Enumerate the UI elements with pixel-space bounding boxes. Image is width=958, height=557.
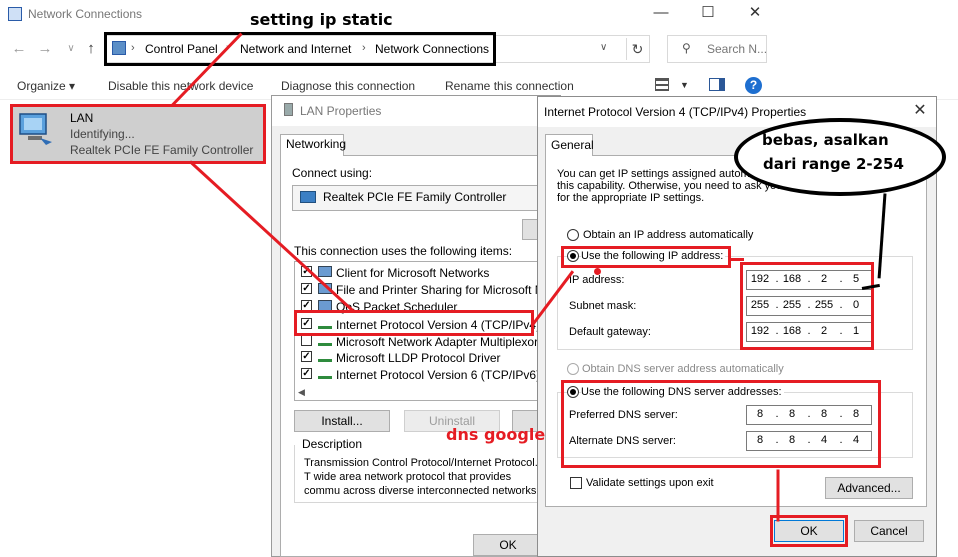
network-card-icon (300, 191, 316, 203)
lan-properties-title: LAN Properties (300, 104, 382, 118)
lan-ok-button[interactable]: OK (473, 534, 543, 556)
item-checkbox[interactable]: ✓ (301, 351, 312, 362)
up-arrow-icon[interactable]: ↑ (82, 40, 100, 58)
use-ip-highlight (561, 246, 731, 268)
dns-highlight (561, 380, 881, 468)
validate-checkbox[interactable] (570, 477, 582, 489)
description-text: Transmission Control Protocol/Internet P… (304, 457, 540, 497)
protocol-icon (318, 335, 332, 346)
protocol-icon (318, 351, 332, 362)
setting-static-note: setting ip static (250, 10, 393, 29)
ok-highlight (770, 515, 848, 547)
ipv4-cancel-button[interactable]: Cancel (854, 520, 924, 542)
advanced-button[interactable]: Advanced... (825, 477, 913, 499)
bubble-text-line1: bebas, asalkan (762, 131, 889, 149)
item-checkbox[interactable] (301, 335, 312, 346)
dns-google-note: dns google (446, 425, 546, 444)
obtain-dns-auto-radio[interactable] (567, 363, 579, 375)
list-item[interactable]: Internet Protocol Version 6 (TCP/IPv6) (336, 368, 540, 382)
annotation-dot (594, 268, 601, 275)
subnet-mask-label: Subnet mask: (569, 300, 637, 312)
obtain-ip-auto-radio[interactable] (567, 229, 579, 241)
ip-address-label: IP address: (569, 274, 625, 286)
ip-fields-highlight (740, 262, 874, 350)
help-icon[interactable]: ? (745, 77, 762, 94)
refresh-icon[interactable]: ↻ (626, 38, 648, 60)
close-icon[interactable]: ✕ (911, 100, 929, 120)
adapter-name: Realtek PCIe FE Family Controller (323, 190, 507, 204)
ipv4-item-highlight (294, 310, 534, 336)
protocol-icon (318, 368, 332, 379)
disable-device-button[interactable]: Disable this network device (108, 79, 253, 93)
lan-properties-icon (284, 103, 293, 116)
network-client-icon (318, 266, 332, 277)
obtain-ip-auto-label: Obtain an IP address automatically (583, 229, 754, 241)
preview-pane-icon[interactable] (709, 78, 725, 91)
change-view-icon[interactable] (655, 78, 669, 91)
window-title: Network Connections (28, 7, 143, 21)
list-item[interactable]: File and Printer Sharing for Microsoft N… (336, 283, 569, 297)
address-dropdown-icon[interactable]: ∨ (600, 42, 607, 53)
diagnose-connection-button[interactable]: Diagnose this connection (281, 79, 415, 93)
minimize-icon[interactable]: — (650, 4, 672, 22)
back-arrow-icon[interactable]: ← (10, 40, 28, 58)
validate-label: Validate settings upon exit (586, 477, 714, 489)
search-placeholder: Search N... (707, 42, 768, 56)
close-icon[interactable]: ✕ (744, 4, 766, 22)
forward-arrow-icon[interactable]: → (36, 40, 54, 58)
recent-locations-chevron-icon[interactable]: ∨ (62, 40, 80, 58)
scroll-left-icon[interactable]: ◀ (298, 387, 305, 398)
tab-networking-label: Networking (286, 137, 347, 151)
obtain-dns-auto-label: Obtain DNS server address automatically (582, 363, 784, 375)
address-bar-highlight (104, 32, 496, 66)
install-button[interactable]: Install... (294, 410, 390, 432)
item-checkbox[interactable]: ✓ (301, 283, 312, 294)
items-label: This connection uses the following items… (294, 244, 513, 258)
network-connections-icon (8, 7, 22, 21)
list-item[interactable]: Microsoft Network Adapter Multiplexor Pr… (336, 335, 563, 349)
maximize-icon[interactable]: ☐ (697, 4, 719, 22)
annotation-arrow (730, 258, 744, 261)
description-title: Description (300, 437, 365, 451)
list-item[interactable]: Client for Microsoft Networks (336, 266, 489, 280)
window-titlebar (0, 0, 958, 30)
view-options-chevron-icon[interactable]: ▼ (680, 80, 689, 90)
tab-general-label: General (551, 138, 594, 152)
ipv4-title: Internet Protocol Version 4 (TCP/IPv4) P… (544, 105, 807, 119)
connect-using-label: Connect using: (292, 166, 373, 180)
rename-connection-button[interactable]: Rename this connection (445, 79, 574, 93)
annotation-arrow (776, 469, 780, 522)
default-gateway-label: Default gateway: (569, 326, 651, 338)
bubble-text-line2: dari range 2-254 (763, 155, 904, 173)
item-checkbox[interactable]: ✓ (301, 368, 312, 379)
search-icon: ⚲ (682, 41, 691, 55)
list-item[interactable]: Microsoft LLDP Protocol Driver (336, 351, 501, 365)
lan-item-highlight (10, 104, 266, 164)
organize-menu[interactable]: Organize ▾ (17, 79, 75, 93)
